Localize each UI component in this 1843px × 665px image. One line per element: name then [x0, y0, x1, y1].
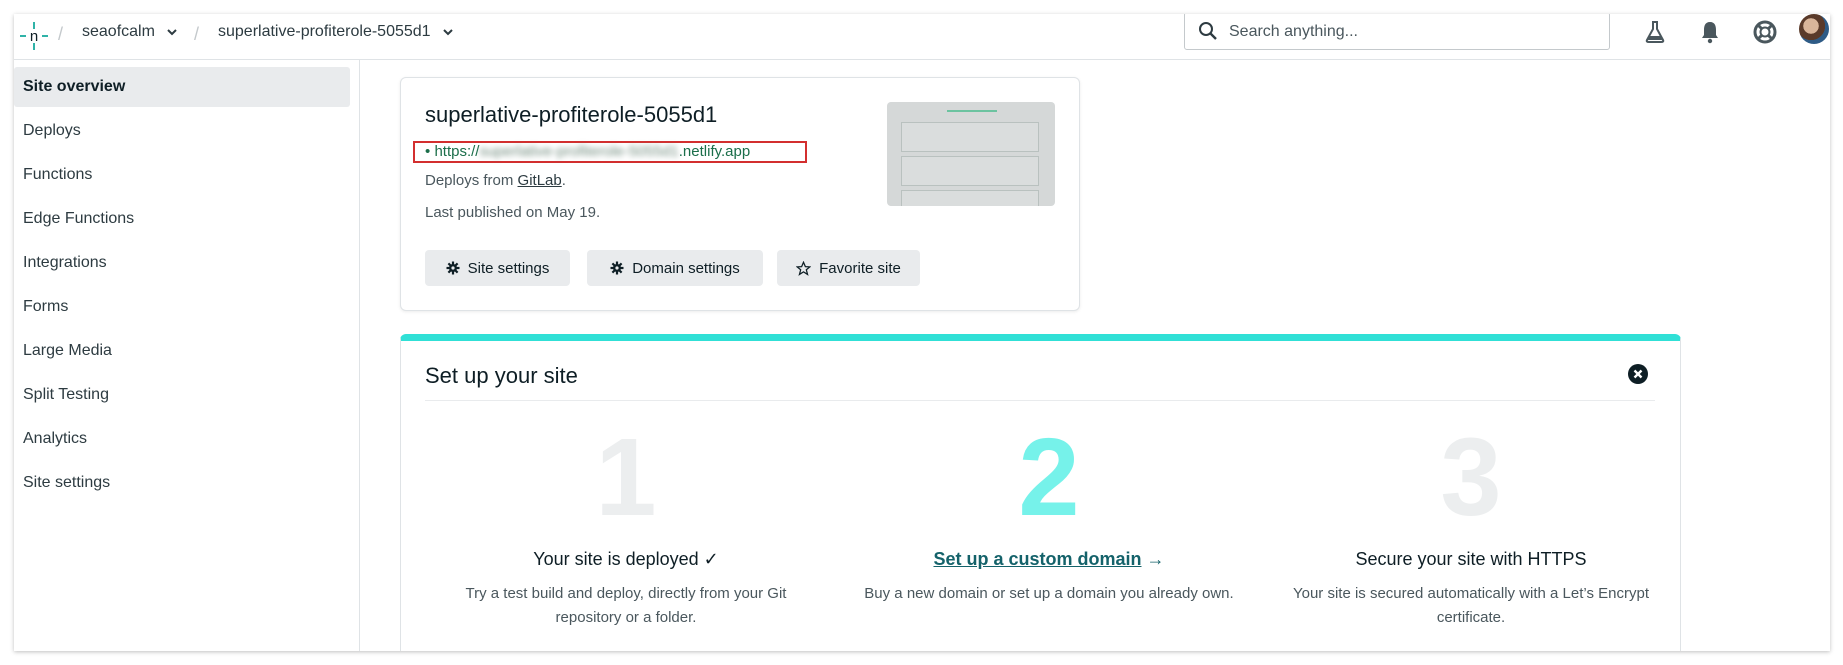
setup-title: Set up your site	[425, 363, 578, 388]
setup-step-2: 2 Set up a custom domain → Buy a new dom…	[859, 423, 1239, 606]
url-blurred-part: superlative-profiterole-5055d1	[479, 143, 679, 160]
url-suffix: .netlify.app	[678, 143, 751, 160]
team-name: seaofcalm	[82, 23, 155, 40]
sidebar-item-split-testing[interactable]: Split Testing	[14, 375, 350, 415]
thumbnail-block	[901, 190, 1039, 206]
setup-step-1: 1 Your site is deployed ✓ Try a test bui…	[436, 423, 816, 630]
domain-settings-button[interactable]: Domain settings	[587, 250, 763, 286]
url-prefix: https://	[434, 143, 480, 160]
setup-panel: Set up your site 1 Your site is deployed…	[400, 334, 1681, 651]
breadcrumb-separator: /	[194, 24, 200, 44]
favorite-site-button[interactable]: Favorite site	[777, 250, 920, 286]
close-icon[interactable]	[1627, 363, 1649, 385]
top-bar: n / seaofcalm / superlative-profiterole-…	[14, 14, 1830, 60]
step-title: Secure your site with HTTPS	[1355, 549, 1587, 569]
search-icon	[1199, 22, 1217, 40]
help-lifebuoy-icon[interactable]	[1752, 19, 1778, 45]
site-preview-thumbnail[interactable]	[887, 102, 1055, 206]
site-name: superlative-profiterole-5055d1	[218, 23, 431, 40]
sidebar-item-large-media[interactable]: Large Media	[14, 331, 350, 371]
gear-icon	[610, 261, 624, 275]
avatar[interactable]	[1799, 14, 1829, 44]
sidebar-item-edge-functions[interactable]: Edge Functions	[14, 199, 350, 239]
step-title: Your site is deployed ✓	[533, 549, 719, 569]
sidebar-item-functions[interactable]: Functions	[14, 155, 350, 195]
deploys-from: Deploys from GitLab.	[425, 172, 566, 189]
gear-icon	[446, 261, 460, 275]
site-settings-label: Site settings	[467, 259, 550, 277]
bell-icon[interactable]	[1697, 19, 1723, 45]
domain-settings-label: Domain settings	[632, 259, 740, 277]
site-url-link[interactable]: • https://superlative-profiterole-5055d1…	[413, 141, 807, 163]
chevron-down-icon	[167, 29, 178, 36]
chevron-down-icon	[443, 29, 453, 36]
thumbnail-block	[901, 156, 1039, 186]
step-description: Try a test build and deploy, directly fr…	[465, 585, 787, 626]
team-switcher[interactable]: seaofcalm	[82, 23, 178, 41]
step-description: Your site is secured automatically with …	[1292, 585, 1649, 626]
thumbnail-heading	[947, 110, 997, 112]
divider	[425, 400, 1655, 401]
svg-text:n: n	[30, 28, 38, 45]
site-overview-card: superlative-profiterole-5055d1 • https:/…	[400, 77, 1080, 311]
deploys-from-label: Deploys from	[425, 172, 514, 189]
sidebar-item-site-settings[interactable]: Site settings	[14, 463, 350, 503]
sidebar-item-deploys[interactable]: Deploys	[14, 111, 350, 151]
app-window: n / seaofcalm / superlative-profiterole-…	[14, 14, 1830, 651]
step-description: Buy a new domain or set up a domain you …	[864, 585, 1234, 602]
netlify-logo-icon[interactable]: n	[18, 20, 50, 52]
step-number: 3	[1440, 416, 1502, 539]
url-bullet: •	[425, 143, 431, 160]
last-published: Last published on May 19.	[425, 204, 601, 221]
sidebar-item-analytics[interactable]: Analytics	[14, 419, 350, 459]
breadcrumb-separator: /	[58, 24, 64, 44]
step-number: 2	[1018, 416, 1080, 539]
search-box[interactable]	[1184, 14, 1610, 50]
site-switcher[interactable]: superlative-profiterole-5055d1	[218, 23, 453, 41]
gitlab-link[interactable]: GitLab	[518, 172, 562, 189]
step-number: 1	[595, 416, 657, 539]
setup-step-3: 3 Secure your site with HTTPS Your site …	[1281, 423, 1661, 630]
custom-domain-link[interactable]: Set up a custom domain	[933, 549, 1141, 569]
sidebar-item-forms[interactable]: Forms	[14, 287, 350, 327]
flask-icon[interactable]	[1642, 19, 1668, 45]
sidebar-item-site-overview[interactable]: Site overview	[14, 67, 350, 107]
star-icon	[796, 260, 812, 276]
thumbnail-block	[901, 122, 1039, 152]
site-title: superlative-profiterole-5055d1	[425, 102, 718, 127]
site-settings-button[interactable]: Site settings	[425, 250, 570, 286]
sidebar: Site overview Deploys Functions Edge Fun…	[14, 59, 360, 651]
search-input[interactable]	[1227, 20, 1591, 44]
favorite-site-label: Favorite site	[819, 259, 901, 277]
sidebar-item-integrations[interactable]: Integrations	[14, 243, 350, 283]
arrow-right-icon: →	[1146, 549, 1165, 569]
step-title-row: Set up a custom domain →	[859, 549, 1239, 570]
